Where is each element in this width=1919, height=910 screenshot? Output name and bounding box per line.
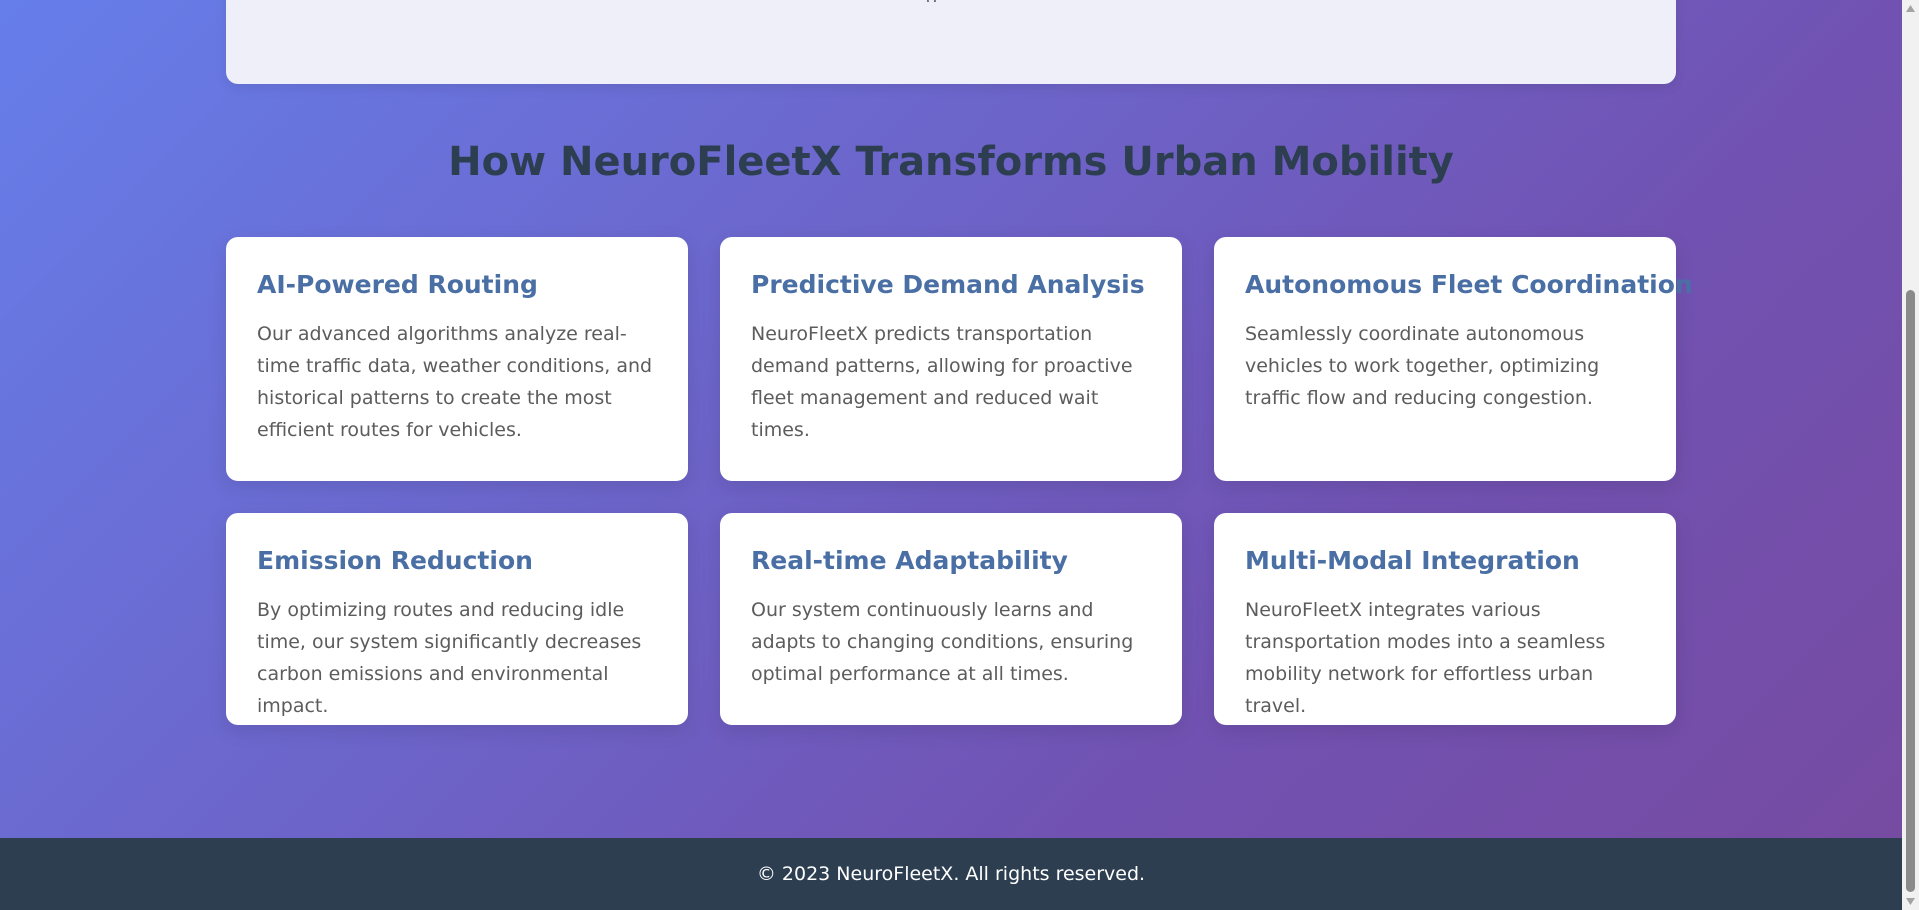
feature-card-ai-routing: AI-Powered Routing Our advanced algorith… xyxy=(226,237,688,481)
feature-card-multimodal: Multi-Modal Integration NeuroFleetX inte… xyxy=(1214,513,1676,725)
scroll-thumb[interactable] xyxy=(1906,290,1915,892)
section-title: How NeuroFleetX Transforms Urban Mobilit… xyxy=(448,139,1454,185)
footer: © 2023 NeuroFleetX. All rights reserved. xyxy=(0,838,1902,910)
gradient-background: g How NeuroFleetX Transforms Urban Mobil… xyxy=(0,0,1902,838)
feature-card-text: Seamlessly coordinate autonomous vehicle… xyxy=(1245,323,1600,409)
feature-card-title: Emission Reduction xyxy=(257,546,533,575)
feature-card-text: Our advanced algorithms analyze real-tim… xyxy=(257,323,653,441)
previous-section-card: g xyxy=(226,0,1676,84)
footer-copyright: © 2023 NeuroFleetX. All rights reserved. xyxy=(756,863,1146,885)
page-viewport: g How NeuroFleetX Transforms Urban Mobil… xyxy=(0,0,1919,910)
feature-card-autonomous-fleet: Autonomous Fleet Coordination Seamlessly… xyxy=(1214,237,1693,481)
feature-card-realtime-adaptability: Real-time Adaptability Our system contin… xyxy=(720,513,1182,725)
feature-card-title: Predictive Demand Analysis xyxy=(751,270,1145,299)
feature-card-title: Autonomous Fleet Coordination xyxy=(1245,270,1693,299)
feature-card-text: NeuroFleetX integrates various transport… xyxy=(1245,599,1606,717)
previous-section-clipped-text: g xyxy=(926,0,956,2)
feature-card-predictive-demand: Predictive Demand Analysis NeuroFleetX p… xyxy=(720,237,1182,481)
feature-card-title: AI-Powered Routing xyxy=(257,270,538,299)
feature-card-title: Real-time Adaptability xyxy=(751,546,1068,575)
scroll-down-arrow-icon[interactable] xyxy=(1902,893,1919,910)
feature-card-text: Our system continuously learns and adapt… xyxy=(751,599,1134,685)
feature-card-text: By optimizing routes and reducing idle t… xyxy=(257,599,642,717)
feature-card-title: Multi-Modal Integration xyxy=(1245,546,1580,575)
scroll-up-arrow-icon[interactable] xyxy=(1902,0,1919,17)
feature-card-emission-reduction: Emission Reduction By optimizing routes … xyxy=(226,513,688,725)
feature-card-text: NeuroFleetX predicts transportation dema… xyxy=(751,323,1133,441)
vertical-scrollbar[interactable] xyxy=(1902,0,1919,910)
